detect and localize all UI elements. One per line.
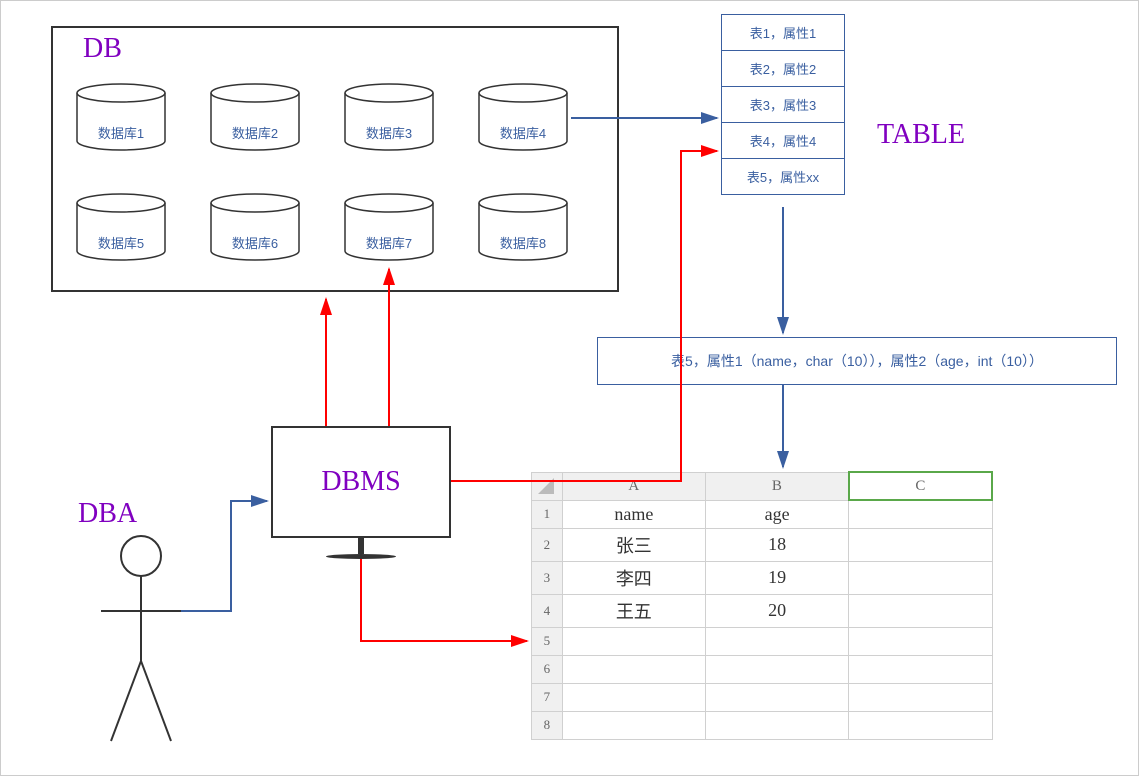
dbms-label: DBMS <box>321 466 400 498</box>
spreadsheet-cell: age <box>705 500 848 528</box>
dba-label: DBA <box>78 498 137 530</box>
database-cylinder-3: 数据库3 <box>341 83 437 151</box>
schema-definition-box: 表5，属性1（name，char（10）），属性2（age，int（10）） <box>597 337 1117 385</box>
spreadsheet-cell <box>562 711 705 739</box>
database-label: 数据库7 <box>341 233 437 252</box>
monitor-stand <box>358 538 364 554</box>
database-label: 数据库4 <box>475 123 571 142</box>
spreadsheet-cell <box>849 500 992 528</box>
spreadsheet-row-header: 8 <box>532 711 563 739</box>
spreadsheet-cell: 王五 <box>562 594 705 627</box>
database-cylinder-6: 数据库6 <box>207 193 303 261</box>
database-label: 数据库5 <box>73 233 169 252</box>
spreadsheet-cell: 李四 <box>562 561 705 594</box>
monitor-screen: DBMS <box>271 426 451 538</box>
database-cylinder-8: 数据库8 <box>475 193 571 261</box>
spreadsheet-row-header: 6 <box>532 655 563 683</box>
spreadsheet-row-header: 5 <box>532 627 563 655</box>
table-item: 表1，属性1 <box>722 15 844 51</box>
spreadsheet-cell <box>705 655 848 683</box>
database-cylinder-5: 数据库5 <box>73 193 169 261</box>
data-spreadsheet: A B C 1 name age 2 张三 18 3 李四 19 4 王五 20… <box>531 471 993 740</box>
spreadsheet-cell: 18 <box>705 528 848 561</box>
spreadsheet-col-header: A <box>562 472 705 500</box>
database-label: 数据库1 <box>73 123 169 142</box>
spreadsheet-cell <box>705 627 848 655</box>
monitor-base <box>326 554 396 559</box>
spreadsheet-cell <box>705 683 848 711</box>
database-label: 数据库3 <box>341 123 437 142</box>
spreadsheet-cell <box>849 528 992 561</box>
spreadsheet-row-header: 7 <box>532 683 563 711</box>
database-cylinder-2: 数据库2 <box>207 83 303 151</box>
table-item: 表3，属性3 <box>722 87 844 123</box>
spreadsheet-cell <box>849 561 992 594</box>
spreadsheet-row-header: 2 <box>532 528 563 561</box>
spreadsheet-cell <box>562 655 705 683</box>
table-item: 表5，属性xx <box>722 159 844 194</box>
spreadsheet-col-header-selected: C <box>849 472 992 500</box>
spreadsheet-corner <box>532 472 563 500</box>
spreadsheet-cell <box>849 683 992 711</box>
spreadsheet-cell <box>849 655 992 683</box>
table-attribute-list: 表1，属性1 表2，属性2 表3，属性3 表4，属性4 表5，属性xx <box>721 14 845 195</box>
dbms-monitor: DBMS <box>271 426 451 566</box>
spreadsheet-row-header: 3 <box>532 561 563 594</box>
spreadsheet-cell: name <box>562 500 705 528</box>
dba-stickfigure-icon <box>91 531 191 751</box>
database-cylinder-4: 数据库4 <box>475 83 571 151</box>
database-cylinder-1: 数据库1 <box>73 83 169 151</box>
spreadsheet-row-header: 1 <box>532 500 563 528</box>
spreadsheet-row-header: 4 <box>532 594 563 627</box>
table-item: 表4，属性4 <box>722 123 844 159</box>
database-label: 数据库8 <box>475 233 571 252</box>
spreadsheet-cell <box>562 627 705 655</box>
spreadsheet-cell: 19 <box>705 561 848 594</box>
spreadsheet-cell <box>705 711 848 739</box>
spreadsheet-cell <box>849 711 992 739</box>
spreadsheet-cell <box>849 594 992 627</box>
spreadsheet-cell <box>562 683 705 711</box>
spreadsheet-cell: 张三 <box>562 528 705 561</box>
spreadsheet-cell <box>849 627 992 655</box>
database-label: 数据库2 <box>207 123 303 142</box>
table-item: 表2，属性2 <box>722 51 844 87</box>
database-cylinder-7: 数据库7 <box>341 193 437 261</box>
table-section-label: TABLE <box>877 119 965 151</box>
spreadsheet-cell: 20 <box>705 594 848 627</box>
spreadsheet-col-header: B <box>705 472 848 500</box>
database-label: 数据库6 <box>207 233 303 252</box>
